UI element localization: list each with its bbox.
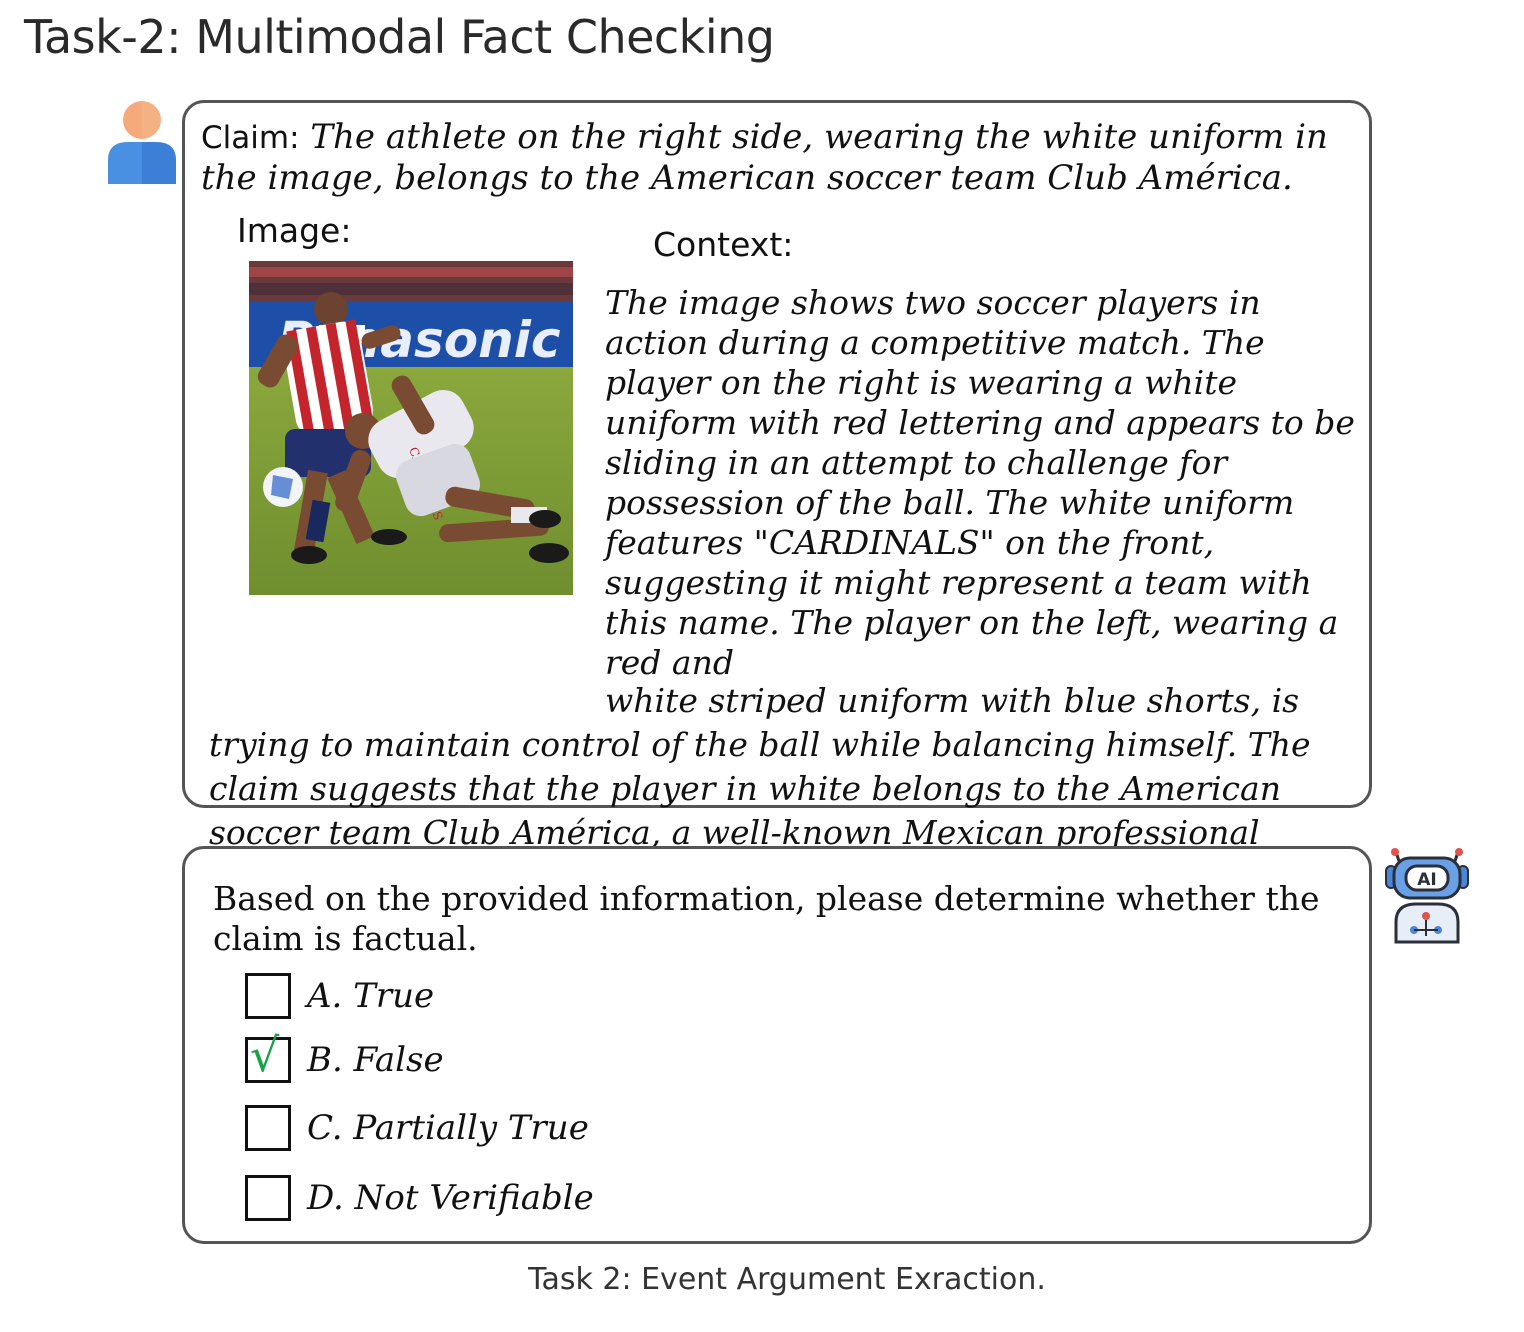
ai-badge-text: AI [1417,870,1436,890]
claim-label: Claim: [201,120,300,156]
checkbox[interactable] [245,973,291,1019]
claim-card: Claim: The athlete on the right side, we… [182,100,1372,896]
context-paragraph: The image shows two soccer players in ac… [209,283,1359,899]
user-icon [106,100,178,186]
option-label: A. True [307,976,435,1016]
image-label: Image: [237,211,352,250]
checkmark-icon: √ [250,1028,280,1082]
claim-paragraph: Claim: The athlete on the right side, we… [201,117,1351,198]
question-text: Based on the provided information, pleas… [213,879,1320,958]
checkbox[interactable] [245,1105,291,1151]
option-label: D. Not Verifiable [307,1178,594,1218]
option-label: C. Partially True [307,1108,589,1148]
robot-ai-icon: AI [1382,846,1472,946]
context-label: Context: [653,225,794,264]
figure-heading: Task-2: Multimodal Fact Checking [24,10,775,64]
checkbox-checked[interactable]: √ [245,1032,291,1083]
figure-caption: Task 2: Event Argument Exraction. [528,1262,1046,1297]
option-label: B. False [307,1040,444,1080]
claim-text: The athlete on the right side, wearing t… [201,117,1328,198]
context-text: The image shows two soccer players in ac… [605,283,1355,682]
image-spacer [209,283,605,709]
checkbox[interactable] [245,1175,291,1221]
question-card: Based on the provided information, pleas… [182,846,1372,1244]
